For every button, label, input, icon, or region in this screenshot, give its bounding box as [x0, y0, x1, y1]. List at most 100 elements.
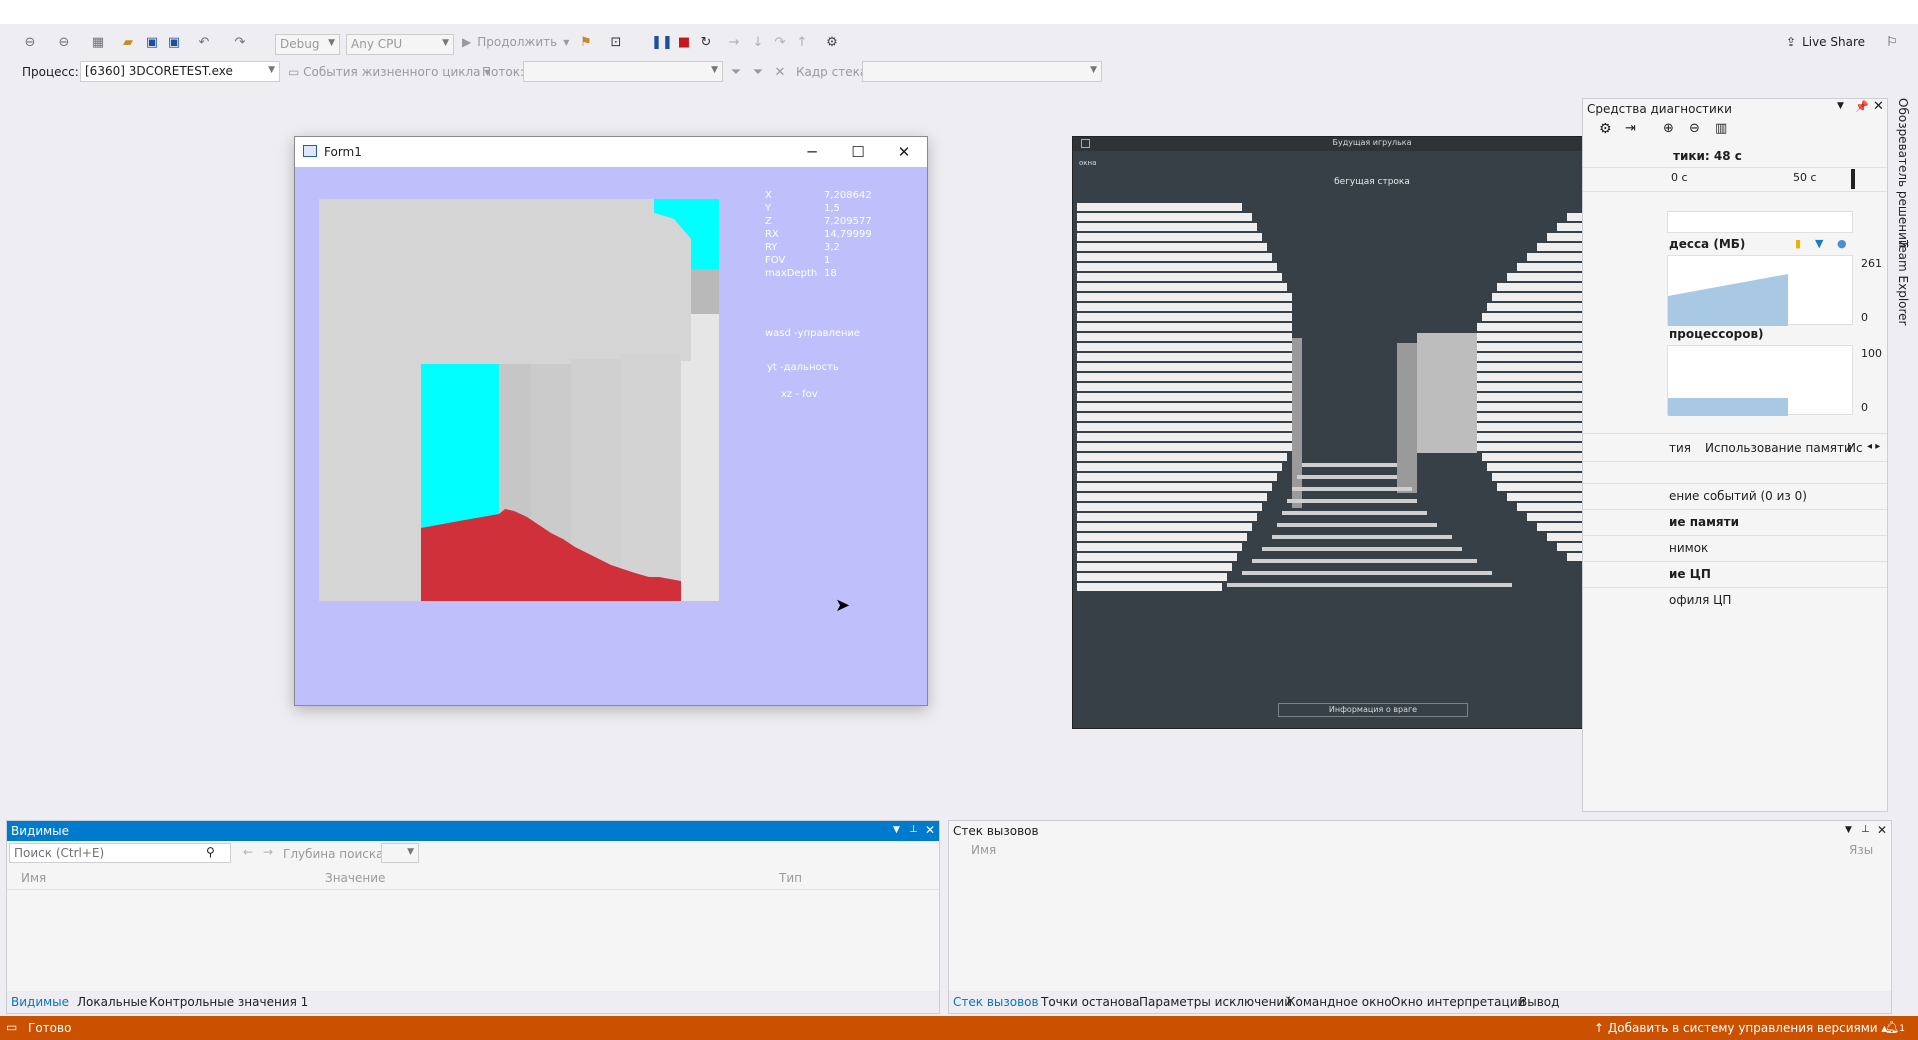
notifications-icon[interactable]: 🔔︎1 [1884, 1020, 1905, 1034]
feedback-icon[interactable]: ⚐ [1884, 34, 1900, 50]
step-out-icon[interactable]: ↑ [794, 34, 810, 50]
tab-memory-usage[interactable]: Использование памяти [1705, 441, 1852, 455]
live-share-button[interactable]: ⇪ Live Share [1786, 34, 1865, 50]
chevron-down-icon: ▼ [268, 65, 275, 75]
overlay-value-z: 7,209577 [824, 216, 872, 227]
process-select[interactable]: [6360] 3DCORETEST.exe ▼ [80, 61, 280, 82]
search-forward-icon[interactable]: → [263, 845, 273, 859]
search-back-icon[interactable]: ← [243, 845, 253, 859]
tab-cpu-usage[interactable]: Ис [1847, 441, 1863, 455]
callstack-panel: Стек вызовов ▼ ⊥ ✕ Имя Язы Стек вызовов … [948, 820, 1892, 1014]
platform-select[interactable]: Any CPU ▼ [346, 34, 454, 55]
cpu-min: 0 [1861, 401, 1868, 414]
dropdown-icon[interactable]: ▼ [893, 825, 900, 835]
export-icon[interactable]: ⇥ [1625, 121, 1636, 136]
callstack-column-name: Имя [971, 843, 997, 857]
restart-icon[interactable]: ↻ [698, 34, 714, 50]
enemy-info-button[interactable]: Информация о враге [1278, 703, 1468, 717]
side-tab-solution-explorer[interactable]: Обозреватель решений [1896, 98, 1910, 248]
overlay-label-fov: FOV [765, 255, 786, 266]
back-icon[interactable]: ⊖ [22, 34, 38, 50]
zoom-in-icon[interactable]: ⊕ [1663, 121, 1674, 136]
forward-icon[interactable]: ⊖ [56, 34, 72, 50]
zoom-out-icon[interactable]: ⊖ [1689, 121, 1700, 136]
search-field[interactable]: Поиск (Ctrl+E) ⚲ [9, 843, 231, 863]
save-all-icon[interactable]: ▣ [166, 34, 182, 50]
close-icon[interactable]: ✕ [1877, 823, 1887, 837]
form1-client-area[interactable]: X 7,208642 Y 1,5 Z 7,209577 RX 14,79999 … [295, 167, 927, 705]
vcs-label: Добавить в систему управления версиями [1607, 1021, 1878, 1035]
render-viewport[interactable] [319, 199, 719, 601]
tab-autos[interactable]: Видимые [11, 995, 69, 1009]
add-to-source-control-button[interactable]: ↑ Добавить в систему управления версиями… [1594, 1021, 1887, 1035]
cpu-profile-row[interactable]: офиля ЦП [1669, 593, 1731, 607]
show-next-statement-icon[interactable]: → [726, 34, 742, 50]
events-track [1667, 211, 1853, 233]
save-icon[interactable]: ▣ [144, 34, 160, 50]
search-icon[interactable]: ⚲ [206, 845, 215, 859]
tab-scroll-icon[interactable]: ◂ ▸ [1867, 441, 1880, 452]
filter-icon[interactable]: ⏷ [728, 64, 744, 80]
pin-icon[interactable]: ⊥ [909, 824, 918, 835]
events-row[interactable]: ение событий (0 из 0) [1669, 489, 1807, 503]
minimize-button[interactable]: ─ [789, 137, 835, 167]
stop-icon[interactable]: ■ [676, 34, 692, 50]
undo-icon[interactable]: ↶ [196, 34, 212, 50]
overlay-value-maxdepth: 18 [824, 268, 837, 279]
tab-immediate-window[interactable]: Окно интерпретации [1391, 995, 1525, 1009]
dropdown-icon[interactable]: ▼ [1837, 101, 1844, 111]
dropdown-icon[interactable]: ▼ [1845, 825, 1852, 835]
snapshot-row[interactable]: нимок [1669, 541, 1708, 555]
lifecycle-label: События жизненного цикла [303, 65, 481, 79]
tab-output[interactable]: Вывод [1519, 995, 1559, 1009]
reset-view-icon[interactable]: ▥ [1715, 121, 1727, 136]
search-depth-select[interactable]: ▼ [381, 843, 419, 863]
memory-area [1668, 274, 1788, 326]
tab-exception-settings[interactable]: Параметры исключений [1139, 995, 1292, 1009]
pause-icon[interactable]: ❚❚ [651, 34, 673, 50]
form1-titlebar[interactable]: Form1 ─ ☐ ✕ [295, 137, 927, 167]
tab-command-window[interactable]: Командное окно [1287, 995, 1392, 1009]
corridor-wall-3 [571, 359, 621, 574]
pin-icon[interactable]: 📌 [1855, 100, 1869, 113]
divider [1583, 433, 1887, 434]
tab-breakpoints[interactable]: Точки останова [1041, 995, 1140, 1009]
game-menu[interactable]: окна [1079, 159, 1096, 167]
open-folder-icon[interactable]: ▰ [120, 34, 136, 50]
tab-watch-1[interactable]: Контрольные значения 1 [149, 995, 308, 1009]
hint-fov: xz - fov [781, 389, 818, 400]
hot-reload-icon[interactable]: ⚑ [578, 34, 594, 50]
search-input[interactable]: Поиск (Ctrl+E) [14, 846, 104, 860]
tab-locals[interactable]: Локальные [77, 995, 147, 1009]
close-button[interactable]: ✕ [881, 137, 927, 167]
screenshot-icon[interactable]: ⊡ [608, 34, 624, 50]
overlay-value-rx: 14,79999 [824, 229, 872, 240]
locals-header[interactable]: Видимые ▼ ⊥ ✕ [7, 821, 939, 841]
close-icon[interactable]: ✕ [925, 823, 935, 837]
live-share-label: Live Share [1802, 35, 1866, 49]
continue-button[interactable]: ▶ Продолжить ▼ [462, 34, 569, 50]
memory-usage-row[interactable]: ие памяти [1669, 515, 1739, 529]
tab-call-stack[interactable]: Стек вызовов [953, 995, 1039, 1009]
step-into-icon[interactable]: ↓ [750, 34, 766, 50]
settings-icon[interactable]: ⚙ [1599, 121, 1612, 137]
thread-select[interactable]: ▼ [523, 61, 723, 82]
memory-chart [1667, 255, 1853, 326]
diagnostics-tool-icon[interactable]: ⚙ [822, 34, 842, 50]
step-over-icon[interactable]: ↷ [772, 34, 788, 50]
lifecycle-events-button[interactable]: ▭ События жизненного цикла ▾ [288, 65, 490, 79]
new-project-icon[interactable]: ▦ [90, 34, 106, 50]
filter-clear-icon[interactable]: ⏷ [750, 64, 766, 80]
maximize-button[interactable]: ☐ [835, 137, 881, 167]
callstack-header[interactable]: Стек вызовов ▼ ⊥ ✕ [949, 821, 1891, 841]
pin-icon[interactable]: ⊥ [1861, 824, 1870, 835]
stack-frame-select[interactable]: ▼ [862, 61, 1102, 82]
thread-flag-icon[interactable]: ✕ [772, 64, 788, 80]
configuration-select[interactable]: Debug ▼ [275, 34, 340, 55]
close-icon[interactable]: ✕ [1873, 99, 1884, 114]
side-tab-team-explorer[interactable]: Team Explorer [1896, 240, 1910, 326]
chevron-down-icon: ▼ [1090, 65, 1097, 75]
cpu-usage-row[interactable]: ие ЦП [1669, 567, 1711, 581]
tab-events[interactable]: тия [1669, 441, 1691, 455]
redo-icon[interactable]: ↷ [232, 34, 248, 50]
